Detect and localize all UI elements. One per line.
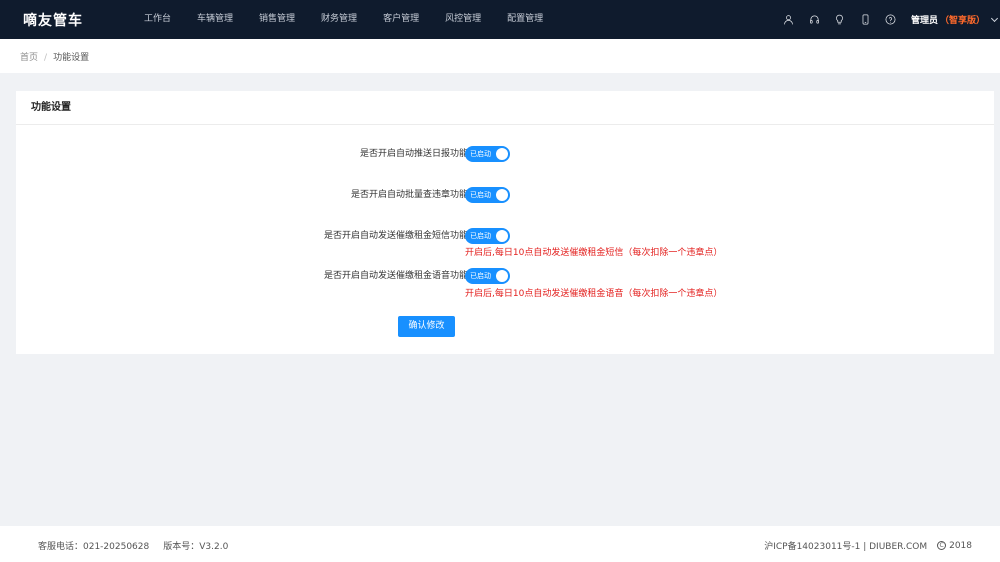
version-number: 版本号：V3.2.0 — [163, 542, 229, 552]
breadcrumb-separator: / — [44, 53, 48, 63]
breadcrumb: 首页 / 功能设置 — [20, 50, 89, 63]
switch-knob — [496, 270, 508, 282]
nav-item-config[interactable]: 配置管理 — [494, 0, 556, 39]
nav-item-sales[interactable]: 销售管理 — [246, 0, 308, 39]
main-nav: 工作台 车辆管理 销售管理 财务管理 客户管理 风控管理 配置管理 — [131, 0, 556, 39]
nav-item-customers[interactable]: 客户管理 — [370, 0, 432, 39]
switch-knob — [496, 189, 508, 201]
help-icon[interactable] — [881, 11, 900, 28]
page-title: 功能设置 — [16, 91, 994, 125]
nav-item-vehicles[interactable]: 车辆管理 — [184, 0, 246, 39]
service-phone: 客服电话：021-20250628 — [38, 542, 150, 552]
user-icon[interactable] — [779, 11, 798, 28]
user-role: 管理员 — [911, 16, 939, 26]
copyright-icon: C — [937, 541, 947, 550]
confirm-button[interactable]: 确认修改 — [398, 316, 455, 337]
settings-card: 功能设置 是否开启自动推送日报功能： 已启动 是否开启自动批量查违章功能： 已启… — [16, 91, 994, 354]
chevron-down-icon[interactable] — [990, 14, 999, 22]
setting-row-rent-voice: 是否开启自动发送催缴租金语音功能： 已启动 — [16, 268, 994, 284]
rent-sms-hint: 开启后,每日10点自动发送催缴租金短信（每次扣除一个违章点） — [465, 248, 723, 258]
switch-state-text: 已启动 — [470, 150, 491, 158]
copyright-year: 2018 — [949, 540, 972, 551]
setting-label: 是否开启自动批量查违章功能： — [350, 190, 477, 200]
setting-row-daily-report: 是否开启自动推送日报功能： 已启动 — [16, 146, 994, 162]
app-logo[interactable]: 嘀友管车 — [23, 10, 83, 30]
rent-voice-hint: 开启后,每日10点自动发送催缴租金语音（每次扣除一个违章点） — [465, 289, 723, 299]
header-toolbar — [779, 11, 907, 28]
setting-label: 是否开启自动推送日报功能： — [359, 149, 477, 159]
footer-info: 客服电话：021-20250628 版本号：V3.2.0 — [38, 539, 228, 552]
setting-label: 是否开启自动发送催缴租金语音功能： — [323, 271, 477, 281]
breadcrumb-home[interactable]: 首页 — [20, 53, 38, 63]
nav-item-finance[interactable]: 财务管理 — [308, 0, 370, 39]
switch-state-text: 已启动 — [470, 272, 491, 280]
rent-voice-switch[interactable]: 已启动 — [465, 268, 510, 284]
violation-query-switch[interactable]: 已启动 — [465, 187, 510, 203]
switch-state-text: 已启动 — [470, 232, 491, 240]
footer-legal: 沪ICP备14023011号-1 | DIUBER.COM C 2018 — [764, 539, 972, 553]
user-menu[interactable]: 管理员 （智享版） — [911, 13, 999, 26]
footer: 客服电话：021-20250628 版本号：V3.2.0 沪ICP备1402301… — [0, 526, 1000, 562]
setting-row-rent-sms: 是否开启自动发送催缴租金短信功能： 已启动 — [16, 228, 994, 244]
switch-state-text: 已启动 — [470, 191, 491, 199]
bulb-icon[interactable] — [830, 11, 849, 28]
daily-report-switch[interactable]: 已启动 — [465, 146, 510, 162]
top-navbar: 嘀友管车 工作台 车辆管理 销售管理 财务管理 客户管理 风控管理 配置管理 管… — [0, 0, 1000, 39]
nav-item-risk[interactable]: 风控管理 — [432, 0, 494, 39]
switch-knob — [496, 230, 508, 242]
rent-sms-switch[interactable]: 已启动 — [465, 228, 510, 244]
switch-knob — [496, 148, 508, 160]
setting-label: 是否开启自动发送催缴租金短信功能： — [323, 231, 477, 241]
breadcrumb-bar: 首页 / 功能设置 — [0, 39, 1000, 73]
setting-row-violation-query: 是否开启自动批量查违章功能： 已启动 — [16, 187, 994, 203]
icp-record[interactable]: 沪ICP备14023011号-1 | DIUBER.COM — [764, 539, 927, 552]
breadcrumb-current: 功能设置 — [53, 53, 90, 63]
headset-icon[interactable] — [805, 11, 824, 28]
nav-item-workbench[interactable]: 工作台 — [131, 0, 184, 39]
edition-badge: （智享版） — [940, 16, 986, 26]
phone-icon[interactable] — [856, 11, 875, 28]
